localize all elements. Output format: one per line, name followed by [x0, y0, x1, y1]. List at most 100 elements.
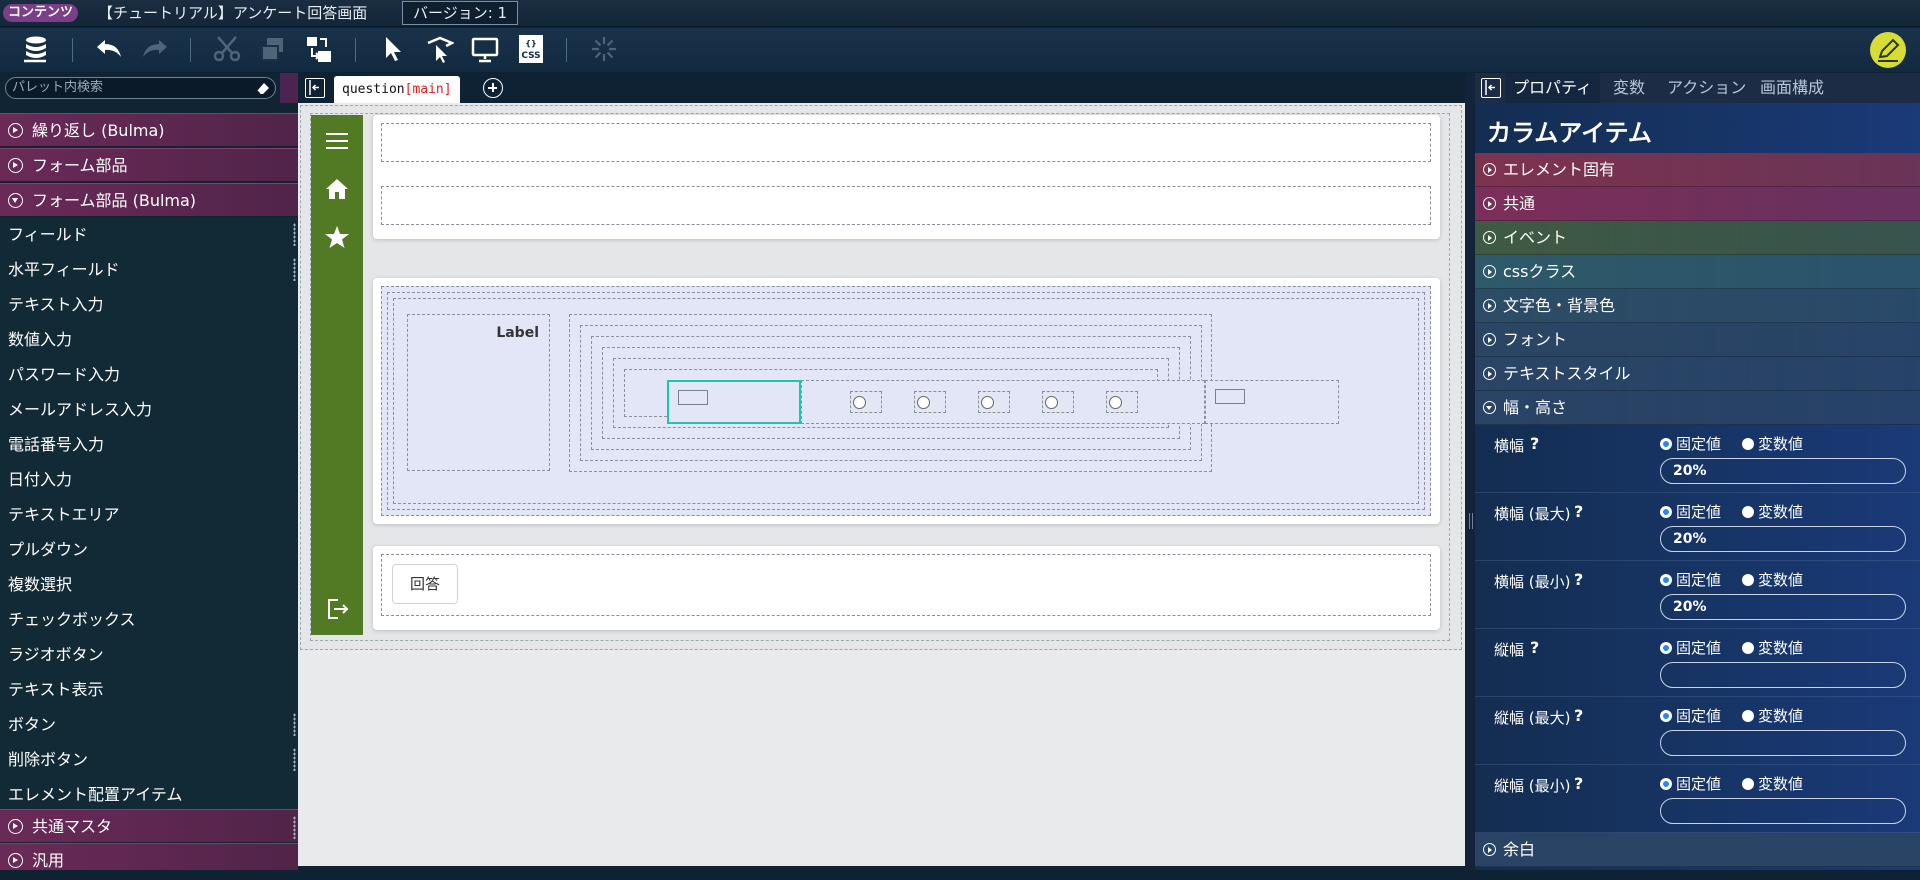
edit-icon[interactable] — [1870, 32, 1906, 68]
collapse-panel-icon[interactable] — [305, 78, 325, 98]
drag-handle-icon[interactable] — [293, 223, 296, 246]
radio-option-3[interactable] — [978, 391, 1010, 413]
header-section[interactable] — [373, 115, 1440, 239]
text-input-1[interactable] — [381, 123, 1431, 162]
palette-item-number-input[interactable]: 数値入力 — [0, 322, 298, 357]
field-label-container[interactable]: Label — [407, 314, 550, 471]
palette-item-button[interactable]: ボタン — [0, 707, 298, 742]
home-icon[interactable] — [323, 175, 351, 203]
palette-category-repeat-bulma[interactable]: 繰り返し (Bulma) — [0, 113, 298, 146]
radio-icon[interactable] — [1109, 396, 1122, 409]
tab-properties[interactable]: プロパティ — [1505, 73, 1601, 103]
min-height-input[interactable] — [1660, 798, 1906, 824]
end-column-item[interactable] — [1205, 380, 1339, 424]
palette-item-radio[interactable]: ラジオボタン — [0, 637, 298, 672]
section-width-height[interactable]: 幅・高さ — [1475, 391, 1920, 425]
palette-category-form-parts[interactable]: フォーム部品 — [0, 148, 298, 181]
palette-category-general[interactable]: 汎用 — [0, 843, 298, 870]
undo-icon[interactable] — [92, 32, 126, 66]
panel-splitter[interactable] — [1465, 73, 1475, 870]
radio-variable[interactable] — [1742, 710, 1754, 722]
palette-item-dropdown[interactable]: プルダウン — [0, 532, 298, 567]
tab-screen-structure[interactable]: 画面構成 — [1752, 73, 1832, 103]
radio-fixed[interactable] — [1660, 710, 1672, 722]
tab-question-main[interactable]: question[main] — [334, 76, 460, 103]
copy-icon[interactable] — [256, 32, 290, 66]
section-css-class[interactable]: cssクラス — [1475, 255, 1920, 289]
section-text-style[interactable]: テキストスタイル — [1475, 357, 1920, 391]
star-icon[interactable] — [323, 223, 351, 251]
radio-variable[interactable] — [1742, 778, 1754, 790]
palette-item-email-input[interactable]: メールアドレス入力 — [0, 392, 298, 427]
help-icon[interactable]: ? — [1530, 434, 1539, 453]
palette-item-date-input[interactable]: 日付入力 — [0, 462, 298, 497]
palette-item-multi-select[interactable]: 複数選択 — [0, 567, 298, 602]
drag-handle-icon[interactable] — [293, 748, 296, 771]
cut-icon[interactable] — [210, 32, 244, 66]
radio-option-2[interactable] — [914, 391, 946, 413]
radio-option-1[interactable] — [850, 391, 882, 413]
radio-icon[interactable] — [1045, 396, 1058, 409]
help-icon[interactable]: ? — [1574, 502, 1583, 521]
width-input[interactable]: 20% — [1660, 458, 1906, 484]
answer-section[interactable]: 回答 — [373, 546, 1440, 630]
tab-variables[interactable]: 変数 — [1605, 73, 1653, 103]
radio-icon[interactable] — [981, 396, 994, 409]
tab-actions[interactable]: アクション — [1659, 73, 1754, 103]
palette-item-delete-button[interactable]: 削除ボタン — [0, 742, 298, 777]
palette-search-input[interactable]: パレット内検索 — [5, 77, 276, 99]
help-icon[interactable]: ? — [1574, 774, 1583, 793]
height-input[interactable] — [1660, 662, 1906, 688]
section-element-specific[interactable]: エレメント固有 — [1475, 153, 1920, 187]
radio-variable[interactable] — [1742, 506, 1754, 518]
move-icon[interactable] — [422, 32, 456, 66]
radio-variable[interactable] — [1742, 642, 1754, 654]
drag-handle-icon[interactable] — [293, 258, 296, 281]
radio-icon[interactable] — [917, 396, 930, 409]
section-events[interactable]: イベント — [1475, 221, 1920, 255]
css-icon[interactable]: {} CSS — [514, 32, 548, 66]
radio-variable[interactable] — [1742, 574, 1754, 586]
help-icon[interactable]: ? — [1574, 706, 1583, 725]
preview-icon[interactable] — [468, 32, 502, 66]
palette-item-text-input[interactable]: テキスト入力 — [0, 287, 298, 322]
palette-item-horizontal-field[interactable]: 水平フィールド — [0, 252, 298, 287]
radio-fixed[interactable] — [1660, 574, 1672, 586]
max-width-input[interactable]: 20% — [1660, 526, 1906, 552]
menu-icon[interactable] — [323, 127, 351, 155]
section-font[interactable]: フォント — [1475, 323, 1920, 357]
min-width-input[interactable]: 20% — [1660, 594, 1906, 620]
logout-icon[interactable] — [323, 595, 351, 623]
radio-fixed[interactable] — [1660, 438, 1672, 450]
palette-item-text-display[interactable]: テキスト表示 — [0, 672, 298, 707]
section-margin[interactable]: 余白 — [1475, 833, 1920, 867]
drag-handle-icon[interactable] — [293, 816, 296, 839]
selected-column-item[interactable] — [667, 380, 801, 424]
answer-button[interactable]: 回答 — [392, 564, 458, 604]
button-container[interactable] — [381, 554, 1431, 616]
app-sidebar[interactable] — [311, 115, 363, 635]
radio-option-5[interactable] — [1106, 391, 1138, 413]
redo-icon[interactable] — [138, 32, 172, 66]
question-section[interactable]: Label — [373, 278, 1440, 524]
radio-fixed[interactable] — [1660, 642, 1672, 654]
radio-option-4[interactable] — [1042, 391, 1074, 413]
max-height-input[interactable] — [1660, 730, 1906, 756]
select-icon[interactable] — [376, 32, 410, 66]
text-input-2[interactable] — [381, 186, 1431, 225]
radio-fixed[interactable] — [1660, 506, 1672, 518]
collapse-panel-icon[interactable] — [1481, 78, 1501, 98]
drag-handle-icon[interactable] — [293, 713, 296, 736]
radio-fixed[interactable] — [1660, 778, 1672, 790]
add-tab-icon[interactable] — [483, 78, 503, 98]
radio-icon[interactable] — [853, 396, 866, 409]
palette-category-form-parts-bulma[interactable]: フォーム部品 (Bulma) — [0, 183, 298, 216]
section-common[interactable]: 共通 — [1475, 187, 1920, 221]
paste-icon[interactable] — [302, 32, 336, 66]
palette-item-field[interactable]: フィールド — [0, 217, 298, 252]
help-icon[interactable]: ? — [1574, 570, 1583, 589]
version-badge[interactable]: バージョン: 1 — [402, 1, 519, 25]
palette-category-common-master[interactable]: 共通マスタ — [0, 809, 298, 842]
eraser-icon[interactable] — [255, 80, 271, 103]
radio-variable[interactable] — [1742, 438, 1754, 450]
